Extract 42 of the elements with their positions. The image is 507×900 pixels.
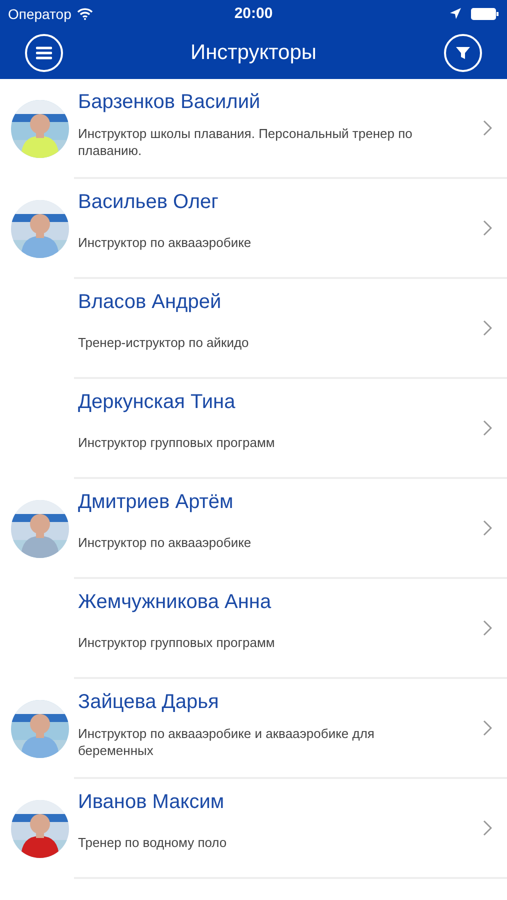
- instructor-role: Инструктор групповых программ: [78, 434, 275, 450]
- instructor-name: Власов Андрей: [78, 290, 222, 315]
- instructor-name: Иванов Максим: [78, 790, 226, 815]
- instructor-role: Инструктор по аквааэробике: [78, 234, 252, 250]
- chevron-icon: [482, 120, 492, 136]
- instructor-name: Жемчужникова Анна: [78, 590, 272, 615]
- chevron-icon: [482, 720, 492, 736]
- filter-button[interactable]: [444, 34, 482, 72]
- battery-icon: [471, 8, 499, 20]
- instructor-role: Тренер-иструктор по айкидо: [78, 334, 249, 350]
- instructor-name: Барзенков Василий: [78, 90, 262, 115]
- instructor-name: Дмитриев Артём: [78, 490, 234, 515]
- filter-icon: [456, 46, 470, 60]
- location-arrow-icon: [450, 8, 461, 19]
- instructor-name: Зайцева Дарья: [78, 690, 220, 715]
- instructor-role: Инструктор по аквааэробике: [78, 534, 252, 550]
- instructor-name: Васильев Олег: [78, 190, 220, 215]
- instructor-role: Инструктор по аквааэробике и аквааэробике для беременных: [78, 725, 376, 759]
- instructor-role: Инструктор школы плавания. Персональный тренер по плаванию.: [78, 125, 414, 159]
- chevron-icon: [482, 620, 492, 636]
- wifi-icon: [77, 8, 94, 20]
- instructor-role: Инструктор групповых программ: [78, 634, 275, 650]
- clock-time: 20:00: [234, 5, 273, 22]
- instructor-row[interactable]: Зайцева Дарья Инструктор по аквааэробике и аквааэробике для беременных: [74, 679, 507, 779]
- chevron-icon: [482, 420, 492, 436]
- instructor-row[interactable]: Власов Андрей Тренер-иструктор по айкидо: [74, 279, 507, 379]
- instructor-row[interactable]: Жемчужникова Анна Инструктор групповых программ: [74, 579, 507, 679]
- carrier-name: Оператор: [8, 6, 72, 22]
- menu-icon: [36, 46, 52, 60]
- instructor-row[interactable]: Дмитриев Артём Инструктор по аквааэробике: [74, 479, 507, 579]
- instructor-name: Деркунская Тина: [78, 390, 236, 415]
- screen-title: Инструкторы: [190, 41, 316, 65]
- chevron-icon: [482, 820, 492, 836]
- instructor-row[interactable]: Барзенков Василий Инструктор школы плавания. Персональный тренер по плаванию.: [74, 79, 507, 179]
- chevron-icon: [482, 320, 492, 336]
- instructor-row[interactable]: Деркунская Тина Инструктор групповых программ: [74, 379, 507, 479]
- chevron-icon: [482, 520, 492, 536]
- instructor-row[interactable]: Васильев Олег Инструктор по аквааэробике: [74, 179, 507, 279]
- menu-button[interactable]: [25, 34, 63, 72]
- instructor-row[interactable]: Иванов Максим Тренер по водному поло: [74, 779, 507, 879]
- chevron-icon: [482, 220, 492, 236]
- instructor-role: Тренер по водному поло: [78, 834, 227, 850]
